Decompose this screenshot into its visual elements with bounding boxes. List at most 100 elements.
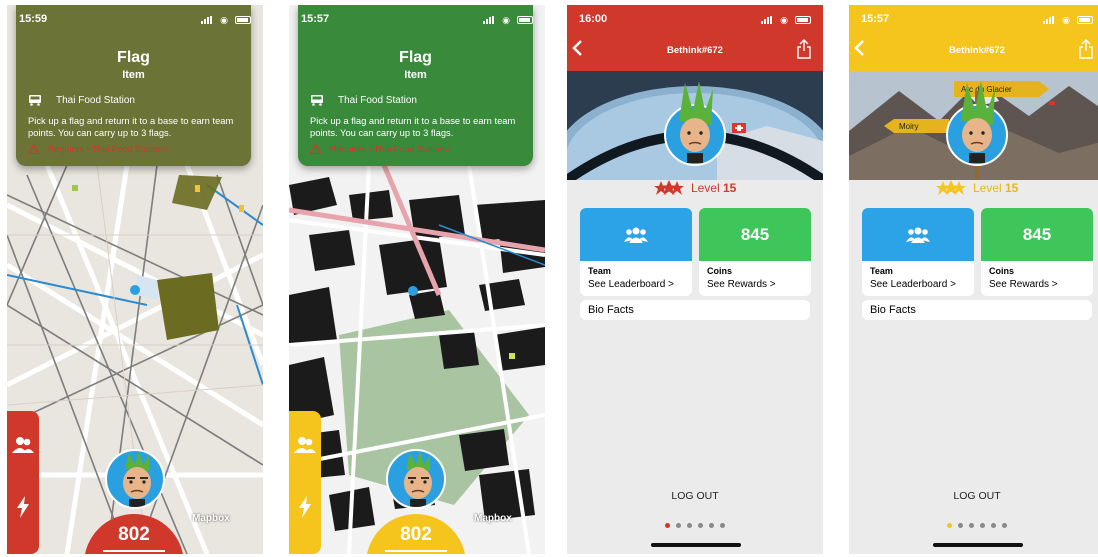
item-requirement: Requires <Thai Food Station> — [28, 144, 168, 154]
status-time: 15:57 — [861, 13, 890, 25]
profile-header: 16:00 ◉ Bethink#672 — [567, 5, 823, 71]
team-label: Team — [588, 266, 611, 276]
score-value: 802 — [400, 524, 432, 545]
player-avatar[interactable] — [386, 449, 446, 509]
item-requirement: Requires <Thai Food Station> — [310, 144, 450, 154]
status-time: 16:00 — [579, 13, 608, 25]
leaderboard-link[interactable]: See Leaderboard > — [870, 279, 974, 290]
item-subtitle: Item — [404, 69, 427, 81]
item-title: Flag — [117, 49, 150, 66]
home-indicator[interactable] — [651, 543, 741, 547]
page-dot-active[interactable] — [947, 523, 952, 528]
rewards-link[interactable]: See Rewards > — [707, 279, 811, 290]
level-text: Level 15 — [691, 181, 736, 195]
item-title: Flag — [399, 49, 432, 66]
score-underline — [385, 550, 447, 552]
level-number: 15 — [723, 181, 737, 195]
level-word: Level — [972, 181, 1002, 195]
share-icon[interactable] — [797, 39, 811, 59]
battery-icon — [795, 16, 811, 25]
level-stars-icon — [935, 180, 966, 195]
coins-value: 845 — [699, 208, 811, 261]
team-icon[interactable] — [293, 433, 317, 457]
rewards-link[interactable]: See Rewards > — [989, 279, 1093, 290]
item-location-name: Thai Food Station — [56, 95, 135, 106]
signal-icon — [761, 16, 773, 25]
phone-profile-red: 16:00 ◉ Bethink#672 Level 15 Team See Le… — [567, 5, 823, 554]
team-card-header — [862, 208, 974, 261]
leaderboard-link[interactable]: See Leaderboard > — [588, 279, 692, 290]
page-dot[interactable] — [980, 523, 985, 528]
player-avatar[interactable] — [105, 449, 165, 509]
page-dot[interactable] — [709, 523, 714, 528]
coins-card[interactable]: 845 Coins See Rewards > — [699, 208, 811, 296]
page-dot[interactable] — [720, 523, 725, 528]
item-subtitle: Item — [122, 69, 145, 81]
page-dot[interactable] — [698, 523, 703, 528]
home-indicator[interactable] — [933, 543, 1023, 547]
item-description: Pick up a flag and return it to a base t… — [310, 115, 516, 138]
avatar-face-icon — [404, 451, 432, 507]
coins-label: Coins — [989, 266, 1015, 276]
item-requirement-text: Requires <Thai Food Station> — [48, 144, 169, 154]
avatar-face-icon — [123, 451, 151, 507]
profile-title: Bethink#672 — [949, 45, 1005, 56]
map-attribution[interactable]: Mapbox — [474, 513, 512, 524]
bus-icon — [29, 95, 41, 106]
page-dot[interactable] — [676, 523, 681, 528]
level-text: Level 15 — [973, 181, 1018, 195]
team-icon[interactable] — [11, 433, 35, 457]
battery-icon — [1077, 16, 1093, 25]
bus-icon — [311, 95, 323, 106]
page-dot[interactable] — [969, 523, 974, 528]
page-dot[interactable] — [958, 523, 963, 528]
bio-facts-row[interactable]: Bio Facts — [862, 300, 1092, 320]
signal-icon — [483, 16, 495, 25]
logout-button[interactable]: LOG OUT — [567, 490, 823, 502]
status-bar: 15:57 ◉ — [289, 5, 545, 31]
logout-button[interactable]: LOG OUT — [849, 490, 1098, 502]
wifi-icon: ◉ — [502, 14, 510, 25]
team-label: Team — [870, 266, 893, 276]
status-icons: ◉ — [761, 14, 811, 26]
share-icon[interactable] — [1079, 39, 1093, 59]
item-location[interactable]: Thai Food Station — [310, 95, 417, 106]
phone-map-green: 15:57 ◉ Flag Item Thai Food Station Pick… — [289, 5, 545, 554]
team-card[interactable]: Team See Leaderboard > — [862, 208, 974, 296]
team-card[interactable]: Team See Leaderboard > — [580, 208, 692, 296]
status-icons: ◉ — [1043, 14, 1093, 26]
page-indicator — [849, 515, 1098, 533]
signal-icon — [1043, 16, 1055, 25]
profile-banner-image: Arc du Glacier Moiry — [849, 71, 1098, 180]
group-icon — [624, 227, 648, 243]
item-location[interactable]: Thai Food Station — [28, 95, 135, 106]
map-attribution[interactable]: Mapbox — [192, 513, 230, 524]
wifi-icon: ◉ — [1062, 14, 1070, 25]
page-indicator — [567, 515, 823, 533]
coins-card[interactable]: 845 Coins See Rewards > — [981, 208, 1093, 296]
profile-body: Arc du Glacier Moiry Level 15 Team See L… — [849, 71, 1098, 554]
bio-facts-row[interactable]: Bio Facts — [580, 300, 810, 320]
level-number: 15 — [1005, 181, 1019, 195]
player-level: Level 15 — [567, 180, 823, 202]
lightning-icon[interactable] — [293, 495, 317, 519]
item-requirement-text: Requires <Thai Food Station> — [330, 144, 451, 154]
player-level: Level 15 — [849, 180, 1098, 202]
coins-value: 845 — [981, 208, 1093, 261]
profile-title: Bethink#672 — [667, 45, 723, 56]
item-location-name: Thai Food Station — [338, 95, 417, 106]
profile-body: Level 15 Team See Leaderboard > 845 Coin… — [567, 71, 823, 554]
score-underline — [103, 550, 165, 552]
status-time: 15:57 — [301, 13, 330, 25]
level-word: Level — [690, 181, 720, 195]
page-dot[interactable] — [1002, 523, 1007, 528]
status-bar: 15:59 ◉ — [7, 5, 263, 31]
lightning-icon[interactable] — [11, 495, 35, 519]
coins-label: Coins — [707, 266, 733, 276]
status-icons: ◉ — [201, 14, 251, 26]
page-dot-active[interactable] — [665, 523, 670, 528]
status-icons: ◉ — [483, 14, 533, 26]
page-dot[interactable] — [687, 523, 692, 528]
side-action-tab — [7, 411, 39, 554]
page-dot[interactable] — [991, 523, 996, 528]
